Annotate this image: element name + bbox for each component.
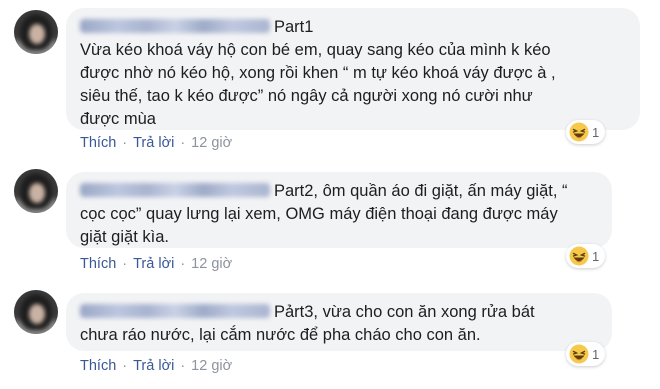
separator: · (122, 358, 128, 374)
comment-bubble: Pảrt3, vừa cho con ăn xong rửa bát chưa … (66, 293, 612, 351)
comment-actions: Thích · Trả lời · 12 giờ (80, 358, 232, 374)
like-link[interactable]: Thích (80, 358, 116, 374)
like-link[interactable]: Thích (80, 256, 116, 272)
reaction-badge[interactable]: 1 (566, 120, 606, 144)
reaction-count: 1 (592, 346, 600, 362)
author-name-blurred[interactable] (80, 18, 270, 33)
comment-actions: Thích · Trả lời · 12 giờ (80, 256, 232, 272)
separator: · (180, 135, 186, 151)
separator: · (180, 358, 186, 374)
haha-icon (569, 344, 589, 364)
reaction-count: 1 (592, 248, 600, 264)
reaction-count: 1 (592, 124, 600, 140)
avatar[interactable] (14, 10, 58, 54)
reply-link[interactable]: Trả lời (133, 135, 174, 151)
comment-text: Part1 Vừa kéo khoá váy hộ con bé em, qua… (80, 18, 556, 128)
like-link[interactable]: Thích (80, 135, 116, 151)
avatar[interactable] (14, 169, 58, 213)
comment-bubble: Part2, ôm quần áo đi giặt, ấn máy giặt, … (66, 172, 612, 248)
reply-link[interactable]: Trả lời (133, 358, 174, 374)
avatar[interactable] (14, 290, 58, 334)
reaction-badge[interactable]: 1 (566, 342, 606, 366)
reaction-badge[interactable]: 1 (566, 244, 606, 268)
timestamp[interactable]: 12 giờ (191, 256, 232, 272)
separator: · (122, 256, 128, 272)
author-name-blurred[interactable] (80, 182, 270, 197)
haha-icon (569, 246, 589, 266)
author-name-blurred[interactable] (80, 303, 270, 318)
separator: · (180, 256, 186, 272)
separator: · (122, 135, 128, 151)
haha-icon (569, 122, 589, 142)
reply-link[interactable]: Trả lời (133, 256, 174, 272)
timestamp[interactable]: 12 giờ (191, 135, 232, 151)
comment-bubble: Part1 Vừa kéo khoá váy hộ con bé em, qua… (66, 8, 640, 130)
comment-actions: Thích · Trả lời · 12 giờ (80, 135, 232, 151)
timestamp[interactable]: 12 giờ (191, 358, 232, 374)
